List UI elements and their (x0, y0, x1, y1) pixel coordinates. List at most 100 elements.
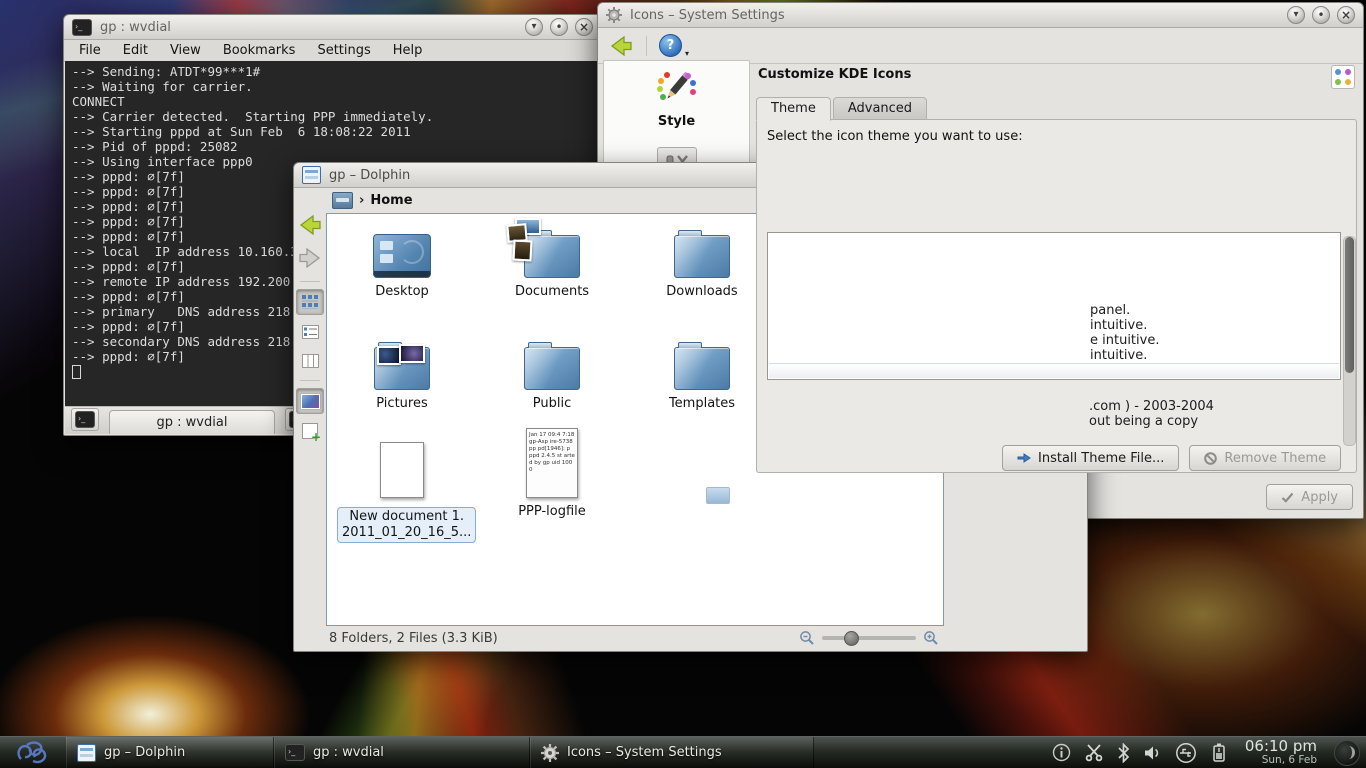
application-launcher-button[interactable] (0, 737, 66, 768)
terminal-line: --> Carrier detected. Starting PPP immed… (72, 109, 593, 124)
task-button-system-settings[interactable]: Icons – System Settings (530, 737, 814, 768)
info-icon[interactable] (1052, 743, 1071, 762)
sidebar-item-style[interactable]: Style (604, 61, 749, 129)
theme-list-text: panel. intuitive. e intuitive. intuitive… (1090, 303, 1159, 363)
file-item-new-document[interactable]: New document 1. 2011_01_20_16_5... (337, 436, 467, 543)
scrollbar[interactable] (1343, 236, 1356, 446)
theme-tab-panel: Select the icon theme you want to use: p… (756, 119, 1357, 473)
terminal-icon (75, 411, 95, 428)
columns-view-button[interactable] (297, 349, 323, 373)
terminal-icon (72, 19, 92, 36)
remove-theme-button[interactable]: Remove Theme (1189, 445, 1341, 471)
columns-view-icon (302, 354, 319, 368)
minimize-button[interactable] (525, 18, 543, 36)
menu-view[interactable]: View (170, 43, 201, 58)
theme-description: .com ) - 2003-2004 out being a copy (1089, 400, 1214, 429)
zoom-slider[interactable] (822, 636, 916, 640)
clipboard-scissors-icon[interactable] (1084, 743, 1104, 762)
dolphin-icon (77, 744, 96, 762)
minimize-button[interactable] (1287, 6, 1305, 24)
folder-item-pictures[interactable]: Pictures (337, 334, 467, 411)
chevron-down-icon (685, 49, 689, 58)
new-tab-button[interactable] (71, 408, 99, 431)
clock-date: Sun, 6 Feb (1245, 755, 1317, 766)
home-folder-icon[interactable] (332, 192, 353, 209)
toolbar-separator (300, 380, 320, 381)
help-button[interactable] (659, 34, 689, 58)
usb-device-icon[interactable] (1175, 742, 1197, 764)
terminal-tab[interactable]: gp : wvdial (109, 410, 275, 434)
launcher-logo-icon (13, 739, 53, 767)
install-theme-button[interactable]: Install Theme File... (1002, 445, 1179, 471)
zoom-in-icon[interactable] (923, 630, 939, 646)
back-arrow-icon (297, 213, 323, 237)
selected-theme-row[interactable] (769, 363, 1339, 378)
toolbar-separator (300, 281, 320, 282)
style-pencil-icon (655, 68, 699, 108)
menu-edit[interactable]: Edit (123, 43, 148, 58)
terminal-title: gp : wvdial (100, 20, 171, 35)
tab-advanced[interactable]: Advanced (833, 97, 927, 121)
forward-arrow-icon (297, 246, 323, 270)
settings-titlebar[interactable]: Icons – System Settings (598, 3, 1363, 28)
forward-button[interactable] (297, 246, 323, 274)
dolphin-side-toolbar (294, 213, 326, 626)
settings-tabs: Theme Advanced (756, 97, 929, 121)
clock-time: 06:10 pm (1245, 739, 1317, 755)
remove-icon (1204, 452, 1217, 465)
folder-item-documents[interactable]: Documents (487, 222, 617, 299)
details-view-button[interactable] (297, 320, 323, 344)
folder-item-public[interactable]: Public (487, 334, 617, 411)
close-button[interactable] (575, 18, 593, 36)
menu-bookmarks[interactable]: Bookmarks (223, 43, 296, 58)
preview-toggle-button[interactable] (296, 388, 324, 414)
system-tray: 06:10 pm Sun, 6 Feb (1046, 737, 1366, 768)
folder-item-desktop[interactable]: Desktop (337, 222, 467, 299)
zoom-out-icon[interactable] (799, 630, 815, 646)
zoom-slider-handle[interactable] (844, 631, 859, 646)
terminal-cursor (72, 365, 81, 379)
split-view-button[interactable] (297, 419, 323, 443)
task-button-dolphin[interactable]: gp – Dolphin (66, 737, 274, 768)
task-button-terminal[interactable]: gp : wvdial (274, 737, 530, 768)
volume-icon[interactable] (1143, 744, 1162, 762)
battery-icon[interactable] (1210, 742, 1228, 763)
breadcrumb-home[interactable]: Home (370, 193, 412, 208)
menu-help[interactable]: Help (393, 43, 423, 58)
sidebar-item-label: Style (604, 114, 749, 129)
back-button[interactable] (297, 213, 323, 241)
selected-file-label: New document 1. 2011_01_20_16_5... (337, 507, 476, 543)
breadcrumb-separator (359, 193, 364, 208)
terminal-titlebar[interactable]: gp : wvdial (64, 15, 601, 40)
icon-theme-list[interactable]: panel. intuitive. e intuitive. intuitive… (767, 232, 1341, 380)
folder-item-templates[interactable]: Templates (637, 334, 767, 411)
close-button[interactable] (1337, 6, 1355, 24)
terminal-line: CONNECT (72, 94, 593, 109)
maximize-button[interactable] (550, 18, 568, 36)
settings-title: Icons – System Settings (630, 8, 785, 23)
scrollbar-thumb[interactable] (1345, 237, 1354, 373)
back-button[interactable] (608, 34, 634, 58)
panel-cashew-icon[interactable] (1334, 740, 1360, 766)
maximize-button[interactable] (1312, 6, 1330, 24)
folder-item-downloads[interactable]: Downloads (637, 222, 767, 299)
clock[interactable]: 06:10 pm Sun, 6 Feb (1245, 739, 1317, 766)
terminal-menubar: File Edit View Bookmarks Settings Help (64, 40, 601, 62)
tab-theme[interactable]: Theme (756, 97, 831, 121)
terminal-line: --> Waiting for carrier. (72, 79, 593, 94)
dolphin-statusbar: 8 Folders, 2 Files (3.3 KiB) (295, 626, 1086, 650)
help-icon (659, 34, 682, 57)
file-item-ppp-logfile[interactable]: Jan 17 09:4 7:18 gp-Asp ire-5738 pp pd[1… (487, 436, 617, 519)
folder-icon (674, 347, 730, 390)
document-icon (380, 442, 424, 498)
menu-file[interactable]: File (79, 43, 101, 58)
menu-settings[interactable]: Settings (317, 43, 370, 58)
icons-view-button[interactable] (296, 289, 324, 315)
split-icon (302, 423, 318, 439)
apply-button[interactable]: Apply (1266, 484, 1353, 510)
drag-ghost-icon (706, 487, 730, 504)
bluetooth-icon[interactable] (1117, 743, 1130, 763)
install-arrow-icon (1017, 452, 1031, 464)
zoom-control (799, 630, 939, 646)
terminal-line: --> Pid of pppd: 25082 (72, 139, 593, 154)
